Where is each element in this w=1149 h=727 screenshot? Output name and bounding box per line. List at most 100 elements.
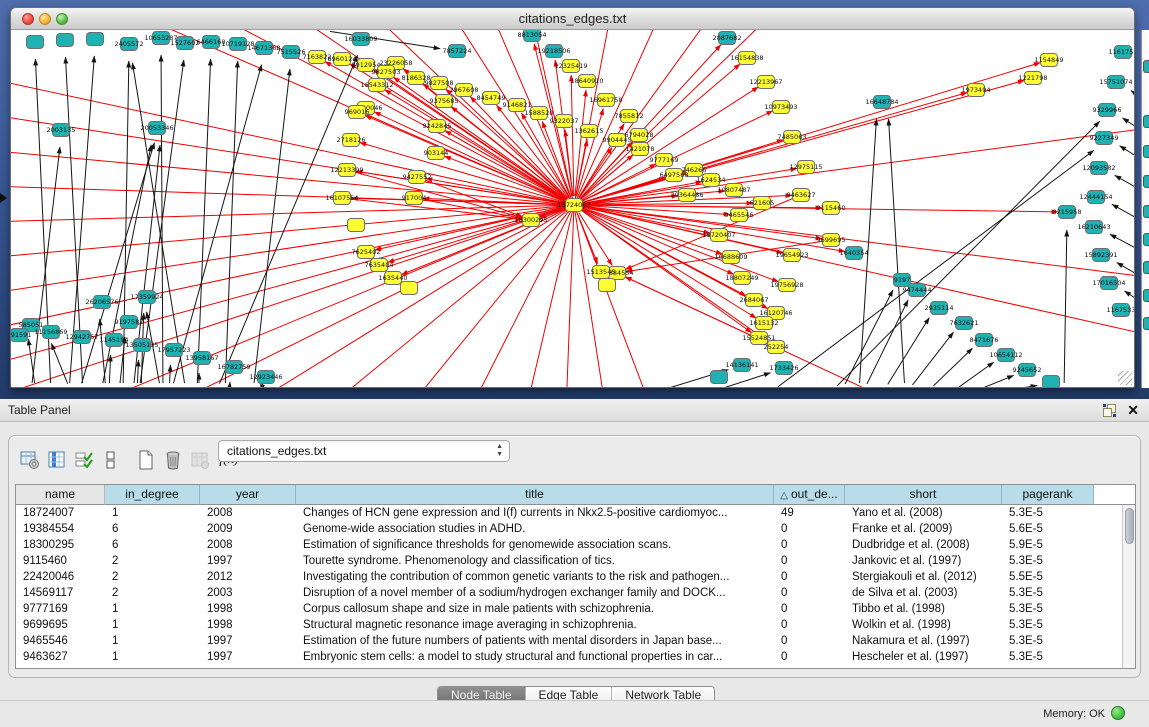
- network-node[interactable]: 621605: [750, 197, 775, 210]
- close-panel-icon[interactable]: ✕: [1127, 402, 1139, 418]
- network-node[interactable]: 252254: [764, 341, 789, 354]
- citation-edge-black[interactable]: [137, 360, 138, 383]
- citation-edge-black[interactable]: [959, 362, 993, 387]
- table-row[interactable]: 911546021997Tourette syndrome. Phenomeno…: [16, 553, 1135, 569]
- network-node[interactable]: 1167533: [1107, 304, 1134, 317]
- network-node[interactable]: 9245652: [1013, 364, 1042, 377]
- network-node[interactable]: 12213399: [330, 164, 363, 177]
- cell-indegree[interactable]: 1: [105, 649, 200, 665]
- cell-short[interactable]: Wolkin et al. (1998): [845, 617, 1002, 633]
- cell-title[interactable]: Genome-wide association studies in ADHD.: [296, 521, 774, 537]
- table-row[interactable]: 977716911998Corpus callosum shape and si…: [16, 601, 1135, 617]
- cell-pagerank[interactable]: 5.3E-5: [1002, 585, 1094, 601]
- network-node[interactable]: 1154849: [1035, 54, 1064, 67]
- network-node[interactable]: 8813054: [518, 30, 547, 42]
- citation-edge-black[interactable]: [1006, 385, 1037, 387]
- network-node[interactable]: [599, 279, 616, 292]
- cell-short[interactable]: Tibbo et al. (1998): [845, 601, 1002, 617]
- citation-edge-black[interactable]: [981, 375, 1013, 387]
- citation-edge-black[interactable]: [1064, 230, 1067, 383]
- network-node[interactable]: 15892391: [1084, 249, 1117, 262]
- network-node[interactable]: 7515526: [277, 46, 306, 59]
- network-node[interactable]: 19218506: [537, 45, 570, 58]
- window-resize-grip[interactable]: [1118, 371, 1132, 385]
- citation-edge-black[interactable]: [1115, 175, 1134, 202]
- network-node[interactable]: 1161753: [1109, 46, 1134, 59]
- new-document-icon[interactable]: [133, 447, 159, 473]
- cell-title[interactable]: Embryonic stem cells: a model to study s…: [296, 649, 774, 665]
- network-node[interactable]: 9699695: [817, 234, 846, 247]
- cell-year[interactable]: 2008: [200, 505, 296, 521]
- network-node[interactable]: 18807249: [725, 272, 758, 285]
- network-node[interactable]: 10654112: [989, 349, 1022, 362]
- network-node[interactable]: 19654923: [775, 249, 808, 262]
- column-header-short[interactable]: short: [845, 485, 1002, 505]
- cell-short[interactable]: de Silva et al. (2003): [845, 585, 1002, 601]
- cell-year[interactable]: 2003: [200, 585, 296, 601]
- cell-pagerank[interactable]: 5.6E-5: [1002, 521, 1094, 537]
- citation-edge-red[interactable]: [571, 75, 574, 196]
- citation-edge-red[interactable]: [11, 205, 574, 366]
- network-node[interactable]: 8471676: [970, 334, 999, 347]
- cell-title[interactable]: Structural magnetic resonance image aver…: [296, 617, 774, 633]
- cell-outde[interactable]: 0: [774, 553, 845, 569]
- network-node[interactable]: [401, 282, 418, 295]
- table-row[interactable]: 946362711997Embryonic stem cells: a mode…: [16, 649, 1135, 665]
- cell-indegree[interactable]: 6: [105, 521, 200, 537]
- clear-selection-icon[interactable]: [98, 447, 124, 473]
- network-node[interactable]: 15720407: [702, 229, 735, 242]
- network-node[interactable]: 7855812: [615, 110, 644, 123]
- network-node[interactable]: [27, 36, 44, 49]
- network-node[interactable]: 8454749: [477, 92, 506, 105]
- table-scrollbar[interactable]: [1122, 505, 1135, 668]
- cell-indegree[interactable]: 1: [105, 601, 200, 617]
- citation-edge-black[interactable]: [889, 119, 905, 383]
- cell-pagerank[interactable]: 5.3E-5: [1002, 649, 1094, 665]
- cell-year[interactable]: 1997: [200, 633, 296, 649]
- network-node[interactable]: 9197: [894, 274, 911, 287]
- cell-outde[interactable]: 49: [774, 505, 845, 521]
- table-row[interactable]: 1456911722003Disruption of a novel membe…: [16, 585, 1135, 601]
- column-header-outde[interactable]: △out_de...: [774, 485, 845, 505]
- network-node[interactable]: 10688609: [714, 251, 747, 264]
- cell-short[interactable]: Nakamura et al. (1997): [845, 633, 1002, 649]
- cell-indegree[interactable]: 1: [105, 617, 200, 633]
- network-node[interactable]: 16782759: [217, 361, 250, 374]
- cell-name[interactable]: 22420046: [16, 569, 105, 585]
- network-node[interactable]: 9227349: [1090, 132, 1119, 145]
- cell-title[interactable]: Tourette syndrome. Phenomenology and cla…: [296, 553, 774, 569]
- network-node[interactable]: 8215958: [1053, 206, 1082, 219]
- column-header-pagerank[interactable]: pagerank: [1002, 485, 1094, 505]
- table-row[interactable]: 2242004622012Investigating the contribut…: [16, 569, 1135, 585]
- cell-title[interactable]: Estimation of significance thresholds fo…: [296, 537, 774, 553]
- cell-title[interactable]: Estimation of the future numbers of pati…: [296, 633, 774, 649]
- network-node[interactable]: 969016: [345, 106, 370, 119]
- citation-edge-black[interactable]: [1112, 204, 1134, 232]
- citation-edge-black[interactable]: [778, 150, 1094, 386]
- cell-year[interactable]: 1998: [200, 601, 296, 617]
- network-node[interactable]: 14136141: [725, 359, 758, 372]
- table-options-icon[interactable]: [17, 447, 43, 473]
- cell-title[interactable]: Changes of HCN gene expression and I(f) …: [296, 505, 774, 521]
- combo-stepper-icon[interactable]: ▲▼: [496, 443, 503, 459]
- scrollbar-thumb[interactable]: [1125, 508, 1134, 544]
- network-node[interactable]: 9827503: [372, 66, 401, 79]
- network-node[interactable]: 2935114: [925, 302, 954, 315]
- network-node[interactable]: 1973494: [962, 84, 991, 97]
- cell-outde[interactable]: 0: [774, 585, 845, 601]
- network-node[interactable]: 16648784: [865, 96, 898, 109]
- network-node[interactable]: [1043, 376, 1060, 388]
- cell-title[interactable]: Corpus callosum shape and size in male p…: [296, 601, 774, 617]
- network-node[interactable]: [87, 33, 104, 46]
- network-node[interactable]: 2405572: [115, 38, 144, 51]
- network-node[interactable]: 9115460: [817, 202, 846, 215]
- network-node[interactable]: 18640910: [570, 75, 603, 88]
- cell-name[interactable]: 9465546: [16, 633, 105, 649]
- network-node[interactable]: 7857224: [443, 45, 472, 58]
- cell-year[interactable]: 1998: [200, 617, 296, 633]
- cell-pagerank[interactable]: 5.3E-5: [1002, 601, 1094, 617]
- cell-name[interactable]: 14569117: [16, 585, 105, 601]
- network-node[interactable]: 12093582: [1082, 162, 1115, 175]
- network-node[interactable]: 16033809: [344, 33, 377, 46]
- cell-name[interactable]: 9699695: [16, 617, 105, 633]
